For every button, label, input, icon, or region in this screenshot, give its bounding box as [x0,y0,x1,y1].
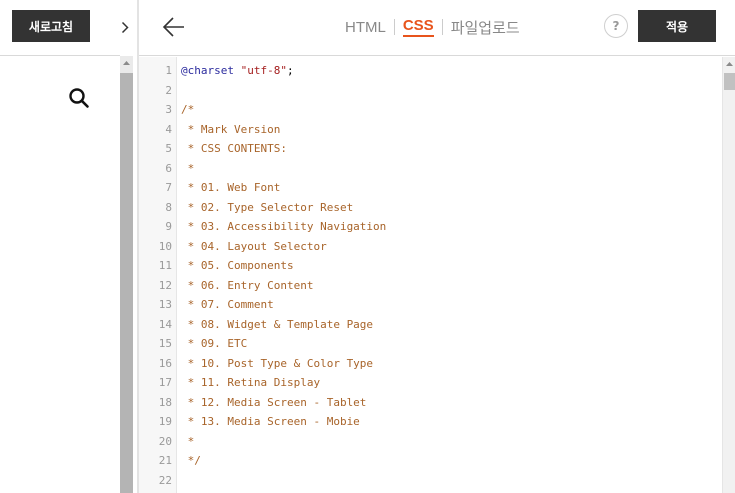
code-token: * 03. Accessibility Navigation [181,220,387,233]
code-token: * 01. Web Font [181,181,281,194]
search-icon[interactable] [68,87,90,109]
code-token: "utf-8" [240,64,287,77]
line-number: 8 [165,200,172,214]
editor-tabs: HTML CSS 파일업로드 [345,16,520,38]
code-token: @charset [181,64,234,77]
line-number: 16 [158,356,172,370]
tab-file-upload[interactable]: 파일업로드 [451,17,520,38]
code-line[interactable]: * [181,432,195,452]
line-number: 14 [158,317,172,331]
code-line[interactable]: @charset "utf-8"; [181,61,294,81]
code-line[interactable]: * CSS CONTENTS: [181,139,287,159]
preview-scrollbar[interactable] [120,56,133,493]
preview-toolbar: 새로고침 [0,0,120,56]
tab-divider [441,19,443,35]
apply-button[interactable]: 적용 [638,10,716,42]
code-line[interactable]: * 05. Components [181,256,294,276]
toggle-preview-button[interactable] [112,8,138,46]
chevron-right-icon [121,21,129,33]
scrollbar-thumb[interactable] [120,73,133,493]
code-token: * 04. Layout Selector [181,239,327,253]
code-token: * Mark Version [181,122,281,136]
line-number: 22 [158,473,172,487]
code-line[interactable]: * 03. Accessibility Navigation [181,217,387,237]
code-token: * CSS CONTENTS: [181,142,287,155]
code-token: * 09. ETC [181,337,248,350]
code-line[interactable]: /* [181,100,194,120]
line-number: 11 [158,259,172,272]
line-number: 21 [158,454,172,467]
code-token: * 02. Type Selector Reset [181,200,354,214]
editor-header: HTML CSS 파일업로드 ? 적용 [139,0,735,56]
code-editor[interactable]: 1 2 3 4 5 6 7 8 9 10 11 12 13 14 15 16 17 18 19 20 21 22 @cha… [139,57,723,493]
code-token: * [181,434,195,448]
code-token: */ [181,454,201,467]
code-token: * 05. Components [181,259,294,272]
code-line[interactable]: * 10. Post Type & Color Type [181,354,373,374]
line-number: 3 [165,103,172,116]
editor-scrollbar[interactable] [722,57,735,493]
scroll-up-arrow[interactable] [723,57,735,71]
line-number: 20 [158,434,172,448]
code-line[interactable]: * 06. Entry Content [181,276,314,296]
line-number: 2 [165,83,172,97]
line-number: 13 [158,298,172,311]
preview-content [0,56,120,493]
line-number: 4 [165,122,172,136]
tab-divider [393,19,395,35]
code-line[interactable]: * 08. Widget & Template Page [181,315,373,335]
line-number: 9 [165,220,172,233]
line-number: 7 [165,181,172,194]
code-token: * 10. Post Type & Color Type [181,356,374,370]
scroll-up-arrow[interactable] [120,56,133,70]
code-token: * 12. Media Screen - Tablet [181,395,367,409]
line-number: 19 [158,415,172,428]
code-line[interactable]: * Mark Version [181,120,281,140]
code-line[interactable]: * 12. Media Screen - Tablet [181,393,367,413]
line-number: 1 [165,64,172,77]
code-line[interactable]: * 09. ETC [181,334,248,354]
code-line[interactable]: * [181,159,195,179]
line-number: 12 [158,278,172,292]
help-button[interactable]: ? [604,14,628,38]
line-number: 6 [165,161,172,175]
tab-html[interactable]: HTML [345,19,386,36]
code-token: * 08. Widget & Template Page [181,317,374,331]
code-line[interactable]: * 01. Web Font [181,178,281,198]
code-line[interactable]: * 13. Media Screen - Mobie [181,412,360,432]
line-number: 5 [165,142,172,155]
triangle-up-icon [726,62,733,66]
code-token: ; [286,64,294,77]
code-token: * [181,161,195,175]
code-line[interactable]: */ [181,451,201,471]
refresh-button[interactable]: 새로고침 [12,10,90,42]
code-line[interactable]: * 04. Layout Selector [181,237,327,257]
tab-css[interactable]: CSS [402,17,434,37]
triangle-up-icon [123,61,130,65]
line-number-gutter: 1 2 3 4 5 6 7 8 9 10 11 12 13 14 15 16 17 18 19 20 21 22 [139,57,177,493]
preview-pane: 새로고침 [0,0,120,493]
line-number: 10 [158,239,172,253]
code-token: /* [181,103,195,116]
line-number: 17 [158,376,172,389]
line-number: 15 [158,337,172,350]
line-number: 18 [158,395,172,409]
scrollbar-thumb[interactable] [724,73,735,90]
code-line[interactable]: * 02. Type Selector Reset [181,198,354,218]
code-line[interactable]: * 11. Retina Display [181,373,320,393]
code-token: * 13. Media Screen - Mobie [181,415,360,428]
code-token: * 06. Entry Content [181,278,314,292]
code-line[interactable]: * 07. Comment [181,295,274,315]
code-token: * 07. Comment [181,298,274,311]
code-token: * 11. Retina Display [181,376,321,389]
arrow-left-icon[interactable] [161,14,187,40]
